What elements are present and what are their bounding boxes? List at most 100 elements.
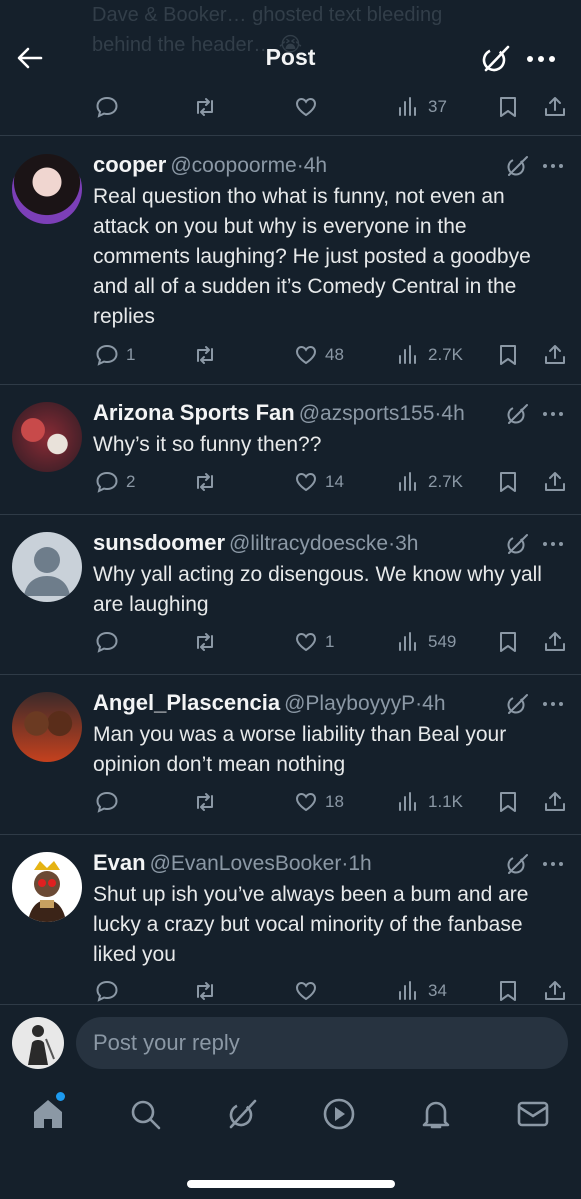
home-indicator: [187, 1180, 395, 1188]
reply-button[interactable]: [94, 627, 126, 657]
share-button[interactable]: [542, 467, 568, 497]
bookmark-button[interactable]: [495, 92, 521, 122]
repost-button[interactable]: [192, 92, 218, 122]
reply-icon: [96, 791, 118, 813]
play-icon[interactable]: [321, 1096, 357, 1132]
timestamp[interactable]: 4h: [422, 692, 445, 715]
more-icon[interactable]: [540, 694, 566, 714]
share-button[interactable]: [542, 627, 568, 657]
more-icon[interactable]: [540, 534, 566, 554]
share-icon: [545, 981, 565, 1000]
reply-tweet[interactable]: Evan @EvanLovesBooker·1h Shut up ish you’…: [0, 835, 581, 1005]
views-count: 2.7K: [428, 345, 463, 364]
display-name[interactable]: cooper: [93, 152, 166, 177]
reply-tweet[interactable]: cooper @coopoorme·4h Real question tho wh…: [0, 137, 581, 385]
tweet-text: Shut up ish you’ve always been a bum and…: [93, 883, 529, 966]
bell-icon[interactable]: [418, 1096, 454, 1132]
share-button[interactable]: [542, 92, 568, 122]
repost-icon: [197, 982, 213, 1000]
avatar[interactable]: [12, 532, 82, 602]
like-button[interactable]: 1: [293, 627, 334, 657]
grok-icon[interactable]: [504, 401, 530, 427]
grok-icon[interactable]: [224, 1096, 260, 1132]
share-icon: [545, 472, 565, 491]
like-button[interactable]: [293, 92, 319, 122]
username[interactable]: @azsports155: [299, 402, 435, 425]
views-count: 1.1K: [428, 792, 463, 811]
username[interactable]: @coopoorme: [170, 154, 296, 177]
bookmark-button[interactable]: [495, 787, 521, 817]
grok-icon[interactable]: [504, 531, 530, 557]
views-button[interactable]: 1.1K: [396, 787, 463, 817]
views-button[interactable]: 37: [396, 92, 447, 122]
views-icon: [399, 97, 416, 116]
avatar[interactable]: [12, 154, 82, 224]
notification-dot: [56, 1092, 65, 1101]
like-icon: [295, 345, 317, 365]
repost-icon: [197, 793, 213, 811]
like-button[interactable]: [293, 976, 325, 1006]
username[interactable]: @liltracydoescke: [229, 532, 388, 555]
views-button[interactable]: 2.7K: [396, 467, 463, 497]
more-icon[interactable]: [540, 156, 566, 176]
search-icon[interactable]: [127, 1096, 163, 1132]
more-icon[interactable]: [540, 854, 566, 874]
views-icon: [399, 345, 416, 364]
tweet-actions: 2 14 2.7K: [0, 467, 581, 497]
tweet-text: Why’s it so funny then??: [93, 433, 322, 456]
like-count: 18: [325, 792, 344, 811]
bookmark-button[interactable]: [495, 976, 521, 1006]
views-button[interactable]: 549: [396, 627, 456, 657]
home-icon[interactable]: [30, 1096, 66, 1132]
display-name[interactable]: Arizona Sports Fan: [93, 400, 295, 425]
grok-icon[interactable]: [504, 691, 530, 717]
views-button[interactable]: 34: [396, 976, 447, 1006]
avatar[interactable]: [12, 1017, 64, 1069]
more-icon[interactable]: [540, 404, 566, 424]
avatar[interactable]: [12, 402, 82, 472]
repost-button[interactable]: [192, 627, 218, 657]
more-icon[interactable]: [524, 45, 558, 73]
bookmark-button[interactable]: [495, 340, 521, 370]
username[interactable]: @PlayboyyyP: [284, 692, 415, 715]
mail-icon[interactable]: [515, 1096, 551, 1132]
views-button[interactable]: 2.7K: [396, 340, 463, 370]
display-name[interactable]: sunsdoomer: [93, 530, 225, 555]
like-button[interactable]: 18: [293, 787, 344, 817]
reply-button[interactable]: [94, 787, 126, 817]
timestamp[interactable]: 1h: [348, 852, 371, 875]
avatar[interactable]: [12, 692, 82, 762]
timestamp[interactable]: 3h: [395, 532, 418, 555]
share-button[interactable]: [542, 340, 568, 370]
repost-button[interactable]: [192, 467, 218, 497]
reply-input[interactable]: Post your reply: [76, 1017, 568, 1069]
grok-icon[interactable]: [478, 42, 512, 76]
reply-tweet[interactable]: Angel_Plascencia @PlayboyyyP·4h Man you w…: [0, 675, 581, 835]
avatar[interactable]: [12, 852, 82, 922]
share-button[interactable]: [542, 976, 568, 1006]
like-button[interactable]: 14: [293, 467, 344, 497]
grok-icon[interactable]: [504, 851, 530, 877]
repost-button[interactable]: [192, 340, 218, 370]
like-button[interactable]: 48: [293, 340, 344, 370]
reply-tweet[interactable]: Arizona Sports Fan @azsports155·4h Why’s …: [0, 385, 581, 515]
username[interactable]: @EvanLovesBooker: [150, 852, 342, 875]
bookmark-button[interactable]: [495, 467, 521, 497]
tweet-actions: 34: [0, 976, 581, 1006]
repost-button[interactable]: [192, 787, 218, 817]
display-name[interactable]: Evan: [93, 850, 146, 875]
display-name[interactable]: Angel_Plascencia: [93, 690, 280, 715]
grok-icon[interactable]: [504, 153, 530, 179]
bookmark-button[interactable]: [495, 627, 521, 657]
timestamp[interactable]: 4h: [304, 154, 327, 177]
repost-button[interactable]: [192, 976, 218, 1006]
share-button[interactable]: [542, 787, 568, 817]
reply-composer: Post your reply: [0, 1004, 581, 1082]
timestamp[interactable]: 4h: [441, 402, 464, 425]
tweet-text: Real question tho what is funny, not eve…: [93, 185, 531, 328]
reply-button[interactable]: 2: [94, 467, 135, 497]
reply-button[interactable]: [94, 92, 120, 122]
reply-button[interactable]: 1: [94, 340, 135, 370]
reply-button[interactable]: [94, 976, 126, 1006]
reply-tweet[interactable]: sunsdoomer @liltracydoescke·3h Why yall a…: [0, 515, 581, 675]
